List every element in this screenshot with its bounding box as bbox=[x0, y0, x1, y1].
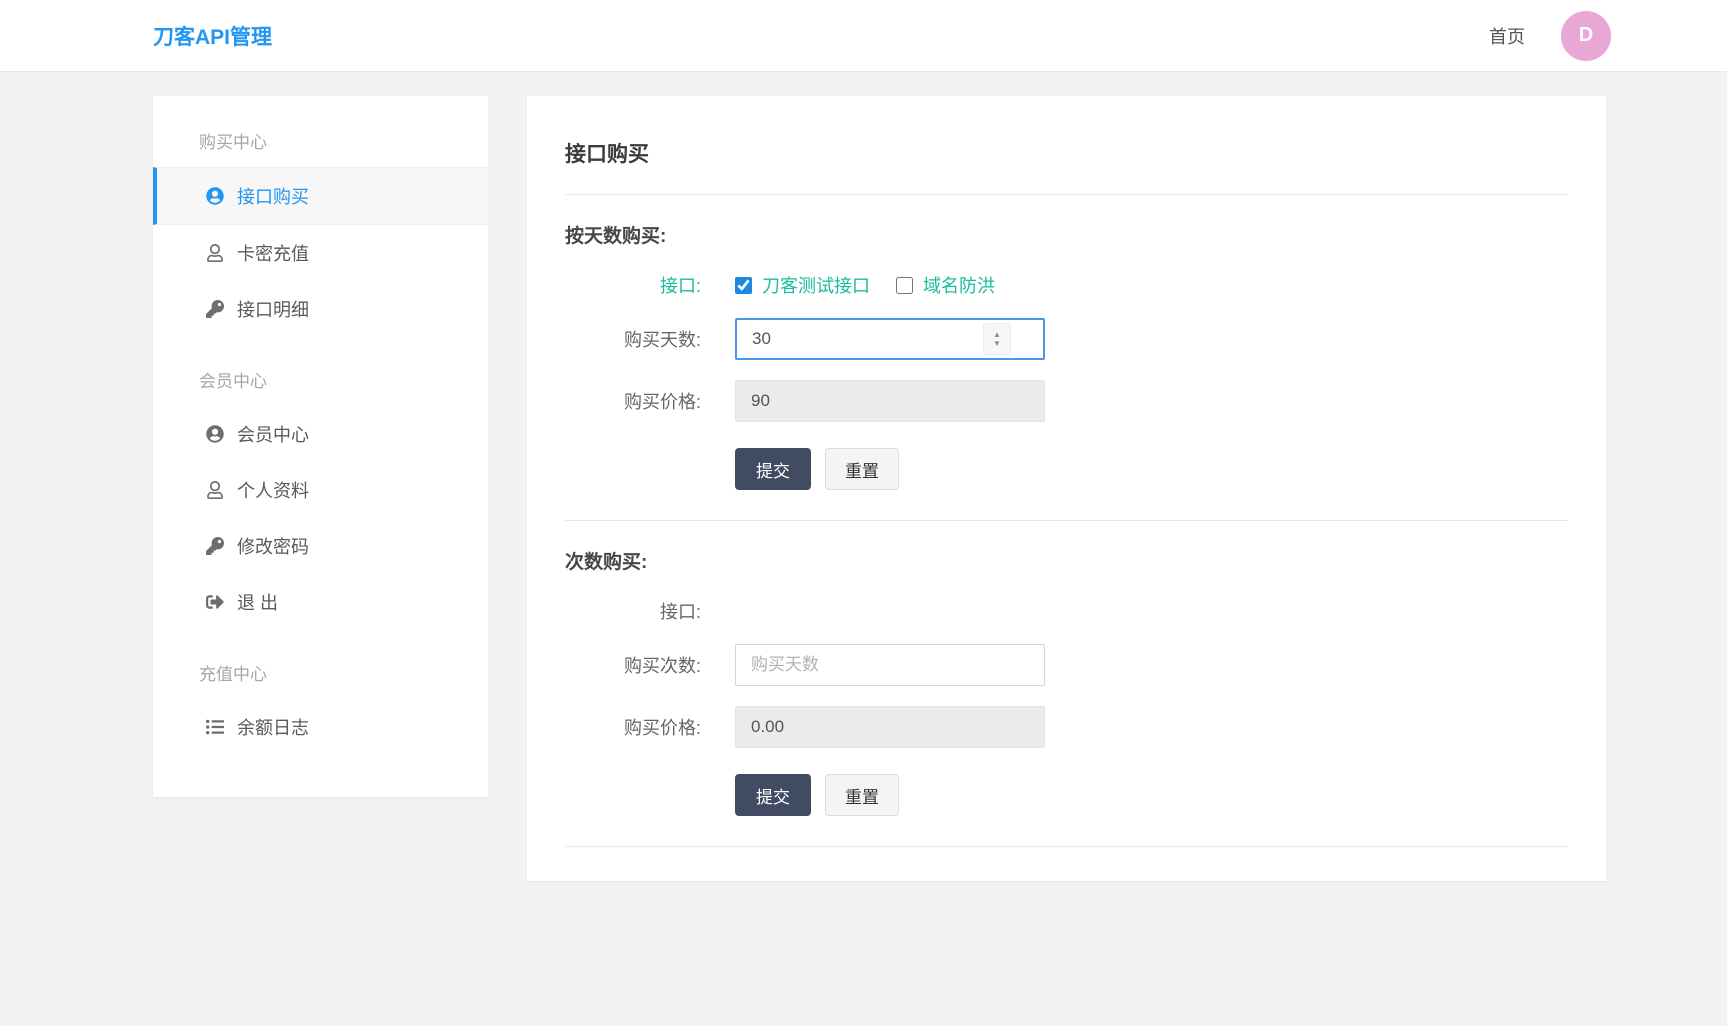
checkbox-label: 域名防洪 bbox=[923, 276, 995, 296]
page-title: 接口购买 bbox=[565, 143, 649, 166]
purchase-count-input[interactable] bbox=[735, 644, 1045, 686]
sidebar-item-label: 退 出 bbox=[237, 593, 279, 613]
checkbox-domain-flood[interactable]: 域名防洪 bbox=[896, 272, 995, 298]
purchase-price-input bbox=[735, 706, 1045, 748]
sign-out-icon bbox=[205, 593, 224, 612]
submit-button[interactable]: 提交 bbox=[735, 774, 811, 816]
key-icon bbox=[205, 537, 224, 556]
reset-button[interactable]: 重置 bbox=[825, 774, 899, 816]
sidebar-item-label: 接口明细 bbox=[237, 300, 309, 320]
main-card: 接口购买 按天数购买: 接口: 刀客测试接口 域名防洪 购买天数: 30 ▲ ▼… bbox=[527, 96, 1606, 881]
top-header: 刀客API管理 首页 D bbox=[0, 0, 1727, 72]
spinner-down-icon[interactable]: ▼ bbox=[993, 339, 1001, 348]
sidebar-item-label: 个人资料 bbox=[237, 481, 309, 501]
api-label: 接口: bbox=[659, 602, 701, 622]
purchase-price-label: 购买价格: bbox=[623, 718, 701, 738]
purchase-count-row: 购买次数: bbox=[565, 644, 1568, 686]
divider bbox=[565, 846, 1568, 847]
user-circle-icon bbox=[205, 187, 224, 206]
count-section-buttons: 提交 重置 bbox=[735, 774, 1568, 816]
sidebar-item-label: 修改密码 bbox=[237, 537, 309, 557]
count-section-heading: 次数购买: bbox=[565, 552, 648, 573]
sidebar-item-api-details[interactable]: 接口明细 bbox=[153, 281, 488, 337]
checkbox-daoke-test-api[interactable]: 刀客测试接口 bbox=[735, 272, 870, 298]
user-circle-icon bbox=[205, 425, 224, 444]
app-logo[interactable]: 刀客API管理 bbox=[153, 21, 272, 51]
day-section-buttons: 提交 重置 bbox=[735, 448, 1568, 490]
purchase-price-label: 购买价格: bbox=[623, 392, 701, 412]
domain-flood-checkbox[interactable] bbox=[896, 276, 913, 294]
purchase-price-input bbox=[735, 380, 1045, 422]
nav-home-link[interactable]: 首页 bbox=[1489, 23, 1525, 49]
api-checkbox-row: 接口: 刀客测试接口 域名防洪 bbox=[565, 272, 1568, 298]
list-icon bbox=[205, 718, 224, 737]
sidebar-item-label: 会员中心 bbox=[237, 425, 309, 445]
sidebar-item-label: 余额日志 bbox=[237, 718, 309, 738]
number-input-wrapper: ▲▼ bbox=[735, 318, 1045, 360]
sidebar: 购买中心 接口购买 卡密充值 接口明细 会员中心 会员中心 个人资料 修改密码 … bbox=[153, 96, 488, 797]
sidebar-item-label: 接口购买 bbox=[237, 187, 309, 207]
header-right: 首页 D bbox=[1489, 10, 1611, 61]
purchase-days-row: 购买天数: ▲▼ bbox=[565, 318, 1568, 360]
divider bbox=[565, 194, 1568, 195]
page-layout: 购买中心 接口购买 卡密充值 接口明细 会员中心 会员中心 个人资料 修改密码 … bbox=[153, 96, 1606, 881]
sidebar-item-change-password[interactable]: 修改密码 bbox=[153, 518, 488, 574]
sidebar-section-title: 充值中心 bbox=[199, 665, 267, 684]
day-section-heading: 按天数购买: bbox=[565, 226, 667, 247]
purchase-price-row: 购买价格: bbox=[565, 706, 1568, 748]
spinner-up-icon[interactable]: ▲ bbox=[993, 330, 1001, 339]
purchase-price-row: 购买价格: bbox=[565, 380, 1568, 422]
user-avatar[interactable]: D bbox=[1561, 10, 1611, 61]
checkbox-label: 刀客测试接口 bbox=[762, 276, 870, 296]
purchase-count-label: 购买次数: bbox=[623, 656, 701, 676]
reset-button[interactable]: 重置 bbox=[825, 448, 899, 490]
sidebar-section-title: 购买中心 bbox=[199, 133, 267, 152]
api-row: 接口: bbox=[565, 598, 1568, 624]
purchase-days-label: 购买天数: bbox=[623, 330, 701, 350]
sidebar-item-api-purchase[interactable]: 接口购买 bbox=[153, 167, 488, 225]
sidebar-item-card-recharge[interactable]: 卡密充值 bbox=[153, 225, 488, 281]
sidebar-item-profile[interactable]: 个人资料 bbox=[153, 462, 488, 518]
user-icon bbox=[205, 244, 224, 263]
sidebar-item-logout[interactable]: 退 出 bbox=[153, 574, 488, 630]
sidebar-section-title: 会员中心 bbox=[199, 372, 267, 391]
key-icon bbox=[205, 300, 224, 319]
api-label: 接口: bbox=[659, 276, 701, 296]
sidebar-item-member-center[interactable]: 会员中心 bbox=[153, 406, 488, 462]
submit-button[interactable]: 提交 bbox=[735, 448, 811, 490]
sidebar-item-label: 卡密充值 bbox=[237, 244, 309, 264]
daoke-test-api-checkbox[interactable] bbox=[735, 276, 752, 294]
divider bbox=[565, 520, 1568, 521]
sidebar-item-balance-log[interactable]: 余额日志 bbox=[153, 699, 488, 755]
user-icon bbox=[205, 481, 224, 500]
number-spinner[interactable]: ▲ ▼ bbox=[983, 323, 1011, 355]
